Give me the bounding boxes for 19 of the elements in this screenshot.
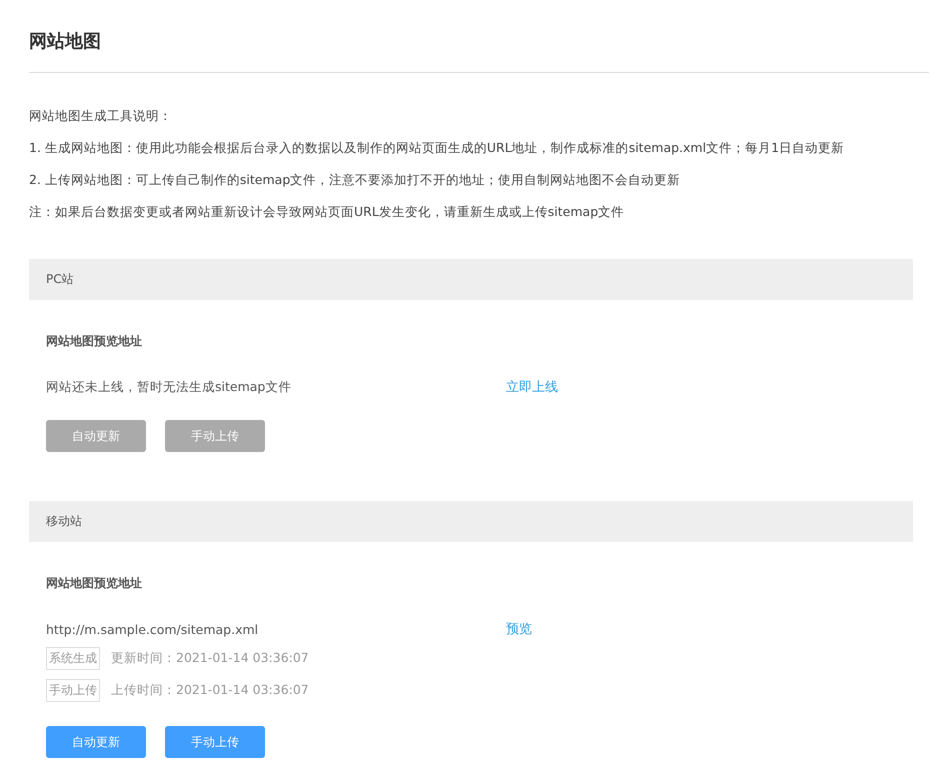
link[interactable]: 预览 <box>506 620 532 638</box>
auto-update-button[interactable]: 自动更新 <box>46 726 146 758</box>
section-subtitle: 网站地图预览地址 <box>46 575 142 592</box>
intro-text: 1. 生成网站地图：使用此功能会根据后台录入的数据以及制作的网站页面生成的URL地址，制作成标准的sitemap.xml文件；每月1日自动更新 <box>29 139 846 157</box>
section-header: PC站 <box>29 259 913 300</box>
sitemap-address: 网站还未上线，暂时无法生成sitemap文件 <box>46 378 292 396</box>
section-subtitle: 网站地图预览地址 <box>46 333 142 350</box>
record-time: 上传时间：2021-01-14 03:36:07 <box>111 682 309 699</box>
intro-text: 网站地图生成工具说明： <box>29 107 173 125</box>
tag: 系统生成 <box>46 647 100 670</box>
link[interactable]: 立即上线 <box>506 378 558 396</box>
manual-upload-button[interactable]: 手动上传 <box>165 726 265 758</box>
record-time: 更新时间：2021-01-14 03:36:07 <box>111 650 309 667</box>
tag: 手动上传 <box>46 679 100 702</box>
intro-text: 注：如果后台数据变更或者网站重新设计会导致网站页面URL发生变化，请重新生成或上传sitemap文件 <box>29 203 626 221</box>
sitemap-address: http://m.sample.com/sitemap.xml <box>46 622 260 636</box>
section-header: 移动站 <box>29 501 913 542</box>
intro-text: 2. 上传网站地图：可上传自己制作的sitemap文件，注意不要添加打不开的地址；使用自制网站地图不会自动更新 <box>29 171 682 189</box>
page-title: 网站地图 <box>29 0 929 73</box>
